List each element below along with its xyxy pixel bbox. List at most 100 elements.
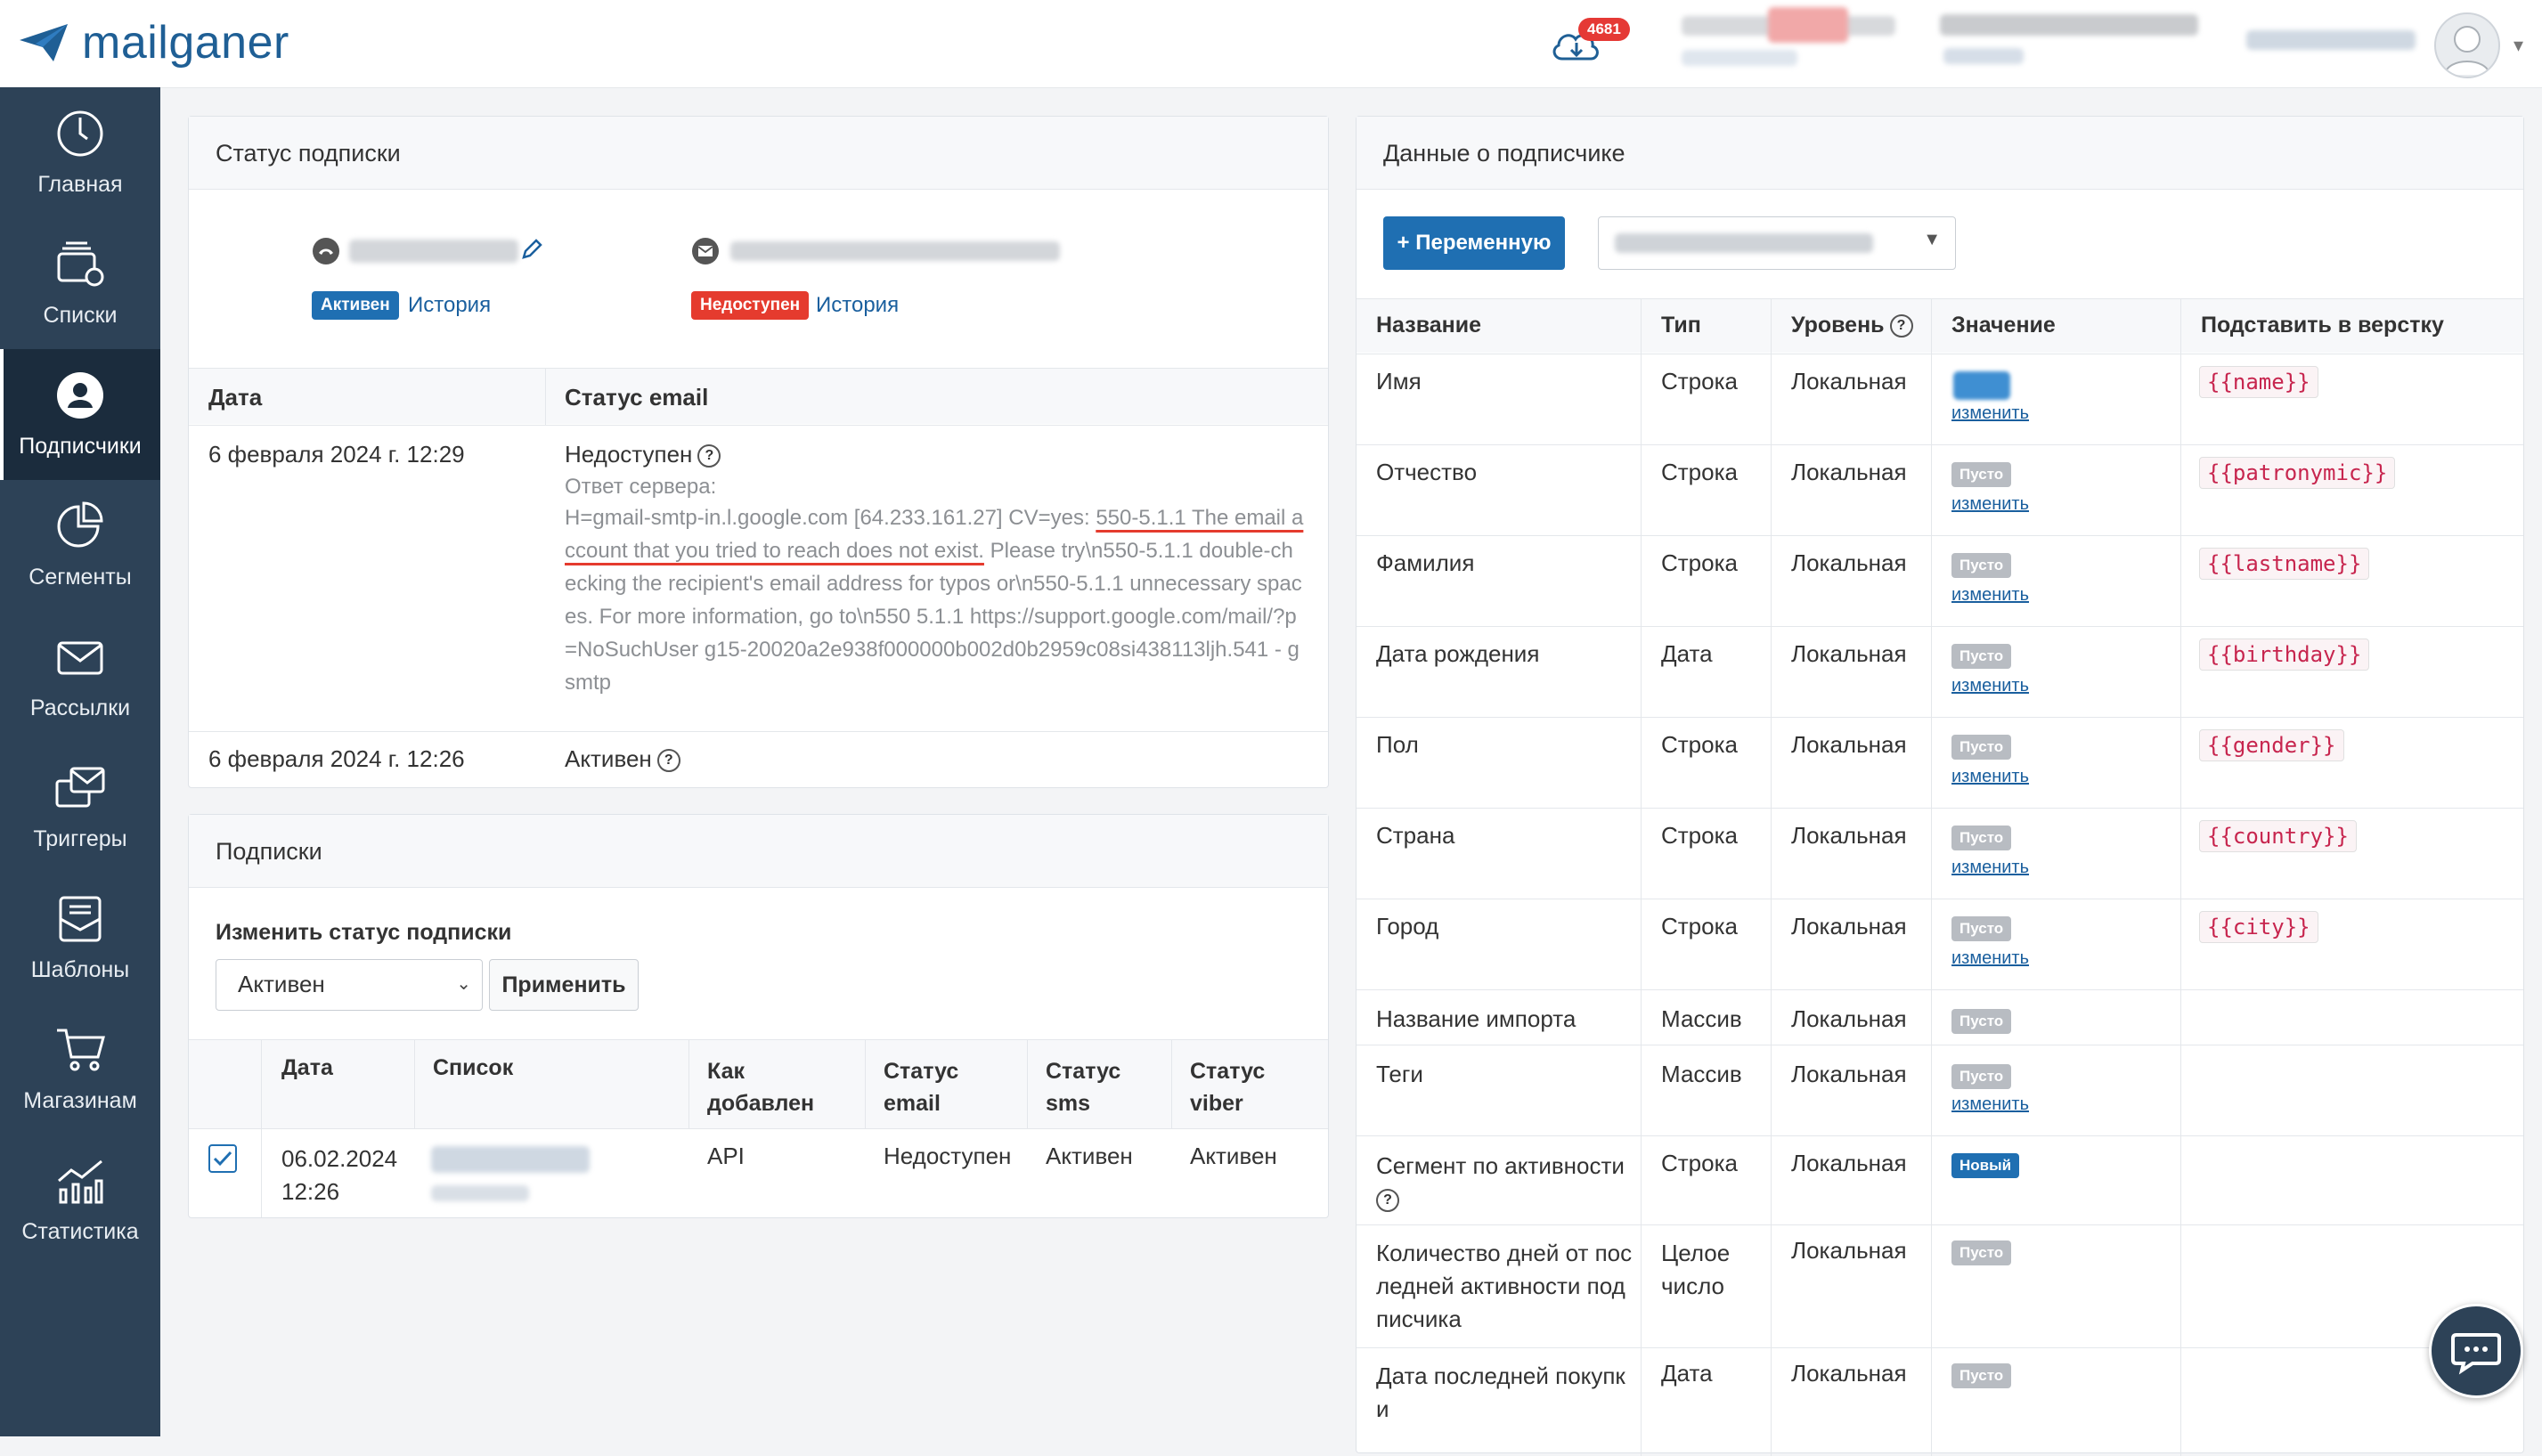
- edit-link[interactable]: изменить: [1951, 494, 2029, 515]
- variable-name: Фамилия: [1376, 549, 1475, 576]
- subscription-status-select[interactable]: Активен ⌄: [216, 959, 483, 1011]
- variable-level: Локальная: [1791, 549, 1907, 576]
- chevron-down-icon: ⌄: [456, 974, 471, 994]
- subscription-how-added: API: [707, 1143, 745, 1169]
- template-code[interactable]: {{patronymic}}: [2199, 457, 2396, 489]
- variable-name: Количество дней от пос ледней активности …: [1376, 1240, 1633, 1332]
- variable-level: Локальная: [1791, 1360, 1907, 1387]
- sidebar-item-campaigns[interactable]: Рассылки: [0, 611, 160, 742]
- variable-filter-select[interactable]: ▼: [1598, 216, 1956, 270]
- empty-value-badge: Пусто: [1951, 553, 2012, 578]
- status-row-date: 6 февраля 2024 г. 12:26: [208, 745, 465, 772]
- check-icon: [213, 1151, 232, 1167]
- variable-type: Строка: [1661, 913, 1739, 939]
- empty-value-badge: Пусто: [1951, 1240, 2012, 1265]
- empty-value-badge: Пусто: [1951, 916, 2012, 941]
- sidebar-item-label: Шаблоны: [30, 957, 130, 982]
- variable-level: Локальная: [1791, 1005, 1907, 1032]
- user-avatar[interactable]: [2434, 12, 2500, 78]
- edit-link[interactable]: изменить: [1951, 948, 2029, 969]
- variable-type: Строка: [1661, 731, 1739, 758]
- variable-name: Дата последней покупк и: [1376, 1362, 1625, 1422]
- sidebar-item-home[interactable]: Главная: [0, 87, 160, 218]
- subscription-sms-status: Активен: [1046, 1143, 1133, 1169]
- edit-link[interactable]: изменить: [1951, 403, 2029, 424]
- subscriber-data-panel: Данные о подписчике + Переменную ▼ Назва…: [1356, 116, 2524, 1456]
- variable-type: Массив: [1661, 1005, 1742, 1032]
- edit-link[interactable]: изменить: [1951, 767, 2029, 787]
- variable-type: Строка: [1661, 459, 1739, 485]
- panel-title: Данные о подписчике: [1357, 117, 2523, 190]
- sidebar-item-lists[interactable]: Списки: [0, 218, 160, 349]
- phone-history-link[interactable]: История: [408, 293, 491, 318]
- variable-name: Сегмент по активности?: [1376, 1150, 1625, 1216]
- sidebar-item-segments[interactable]: Сегменты: [0, 480, 160, 611]
- sidebar-item-triggers[interactable]: Триггеры: [0, 742, 160, 873]
- sidebar-item-statistics[interactable]: Статистика: [0, 1135, 160, 1265]
- template-code[interactable]: {{country}}: [2199, 820, 2357, 852]
- template-code[interactable]: {{name}}: [2199, 366, 2318, 398]
- help-icon[interactable]: ?: [1889, 314, 1913, 338]
- sidebar-item-label: Рассылки: [29, 695, 131, 720]
- empty-value-badge: Пусто: [1951, 644, 2012, 669]
- add-variable-button[interactable]: + Переменную: [1383, 216, 1565, 270]
- subscription-viber-status: Активен: [1190, 1143, 1277, 1169]
- status-row-status: Недоступен?: [565, 441, 721, 468]
- sidebar-item-label: Списки: [43, 303, 118, 328]
- subscriptions-panel: Подписки Изменить статус подписки Активе…: [188, 814, 1329, 1218]
- top-bar: mailganer 4681 ▾: [0, 0, 2542, 88]
- segments-pie-icon: [57, 501, 103, 548]
- variable-name: Название импорта: [1376, 1005, 1577, 1032]
- help-icon[interactable]: ?: [697, 444, 721, 468]
- variable-level: Локальная: [1791, 1150, 1907, 1176]
- redacted-balance-highlight: [1768, 7, 1848, 43]
- sidebar-item-label: Триггеры: [33, 826, 127, 851]
- variable-type: Целое число: [1661, 1240, 1731, 1299]
- help-icon[interactable]: ?: [1376, 1189, 1399, 1213]
- email-status-badge: Недоступен: [691, 291, 810, 320]
- support-chat-button[interactable]: [2429, 1304, 2523, 1398]
- variable-level: Локальная: [1791, 1237, 1907, 1264]
- server-response-label: Ответ сервера:: [565, 475, 717, 499]
- help-icon[interactable]: ?: [656, 749, 680, 773]
- redacted-balance-sub: [1682, 50, 1797, 66]
- redacted-plan-sub: [1943, 48, 2024, 64]
- column-header-how-added: Как добавлен: [707, 1059, 815, 1116]
- edit-pencil-icon[interactable]: [520, 238, 543, 261]
- redacted-name-value: [1953, 371, 2010, 400]
- empty-value-badge: Пусто: [1951, 735, 2012, 760]
- email-history-link[interactable]: История: [816, 293, 899, 318]
- template-code[interactable]: {{birthday}}: [2199, 639, 2370, 671]
- edit-link[interactable]: изменить: [1951, 1094, 2029, 1115]
- lists-icon: [57, 241, 104, 287]
- user-menu-chevron-icon[interactable]: ▾: [2513, 34, 2523, 57]
- template-code[interactable]: {{city}}: [2199, 911, 2318, 943]
- column-header-level: Уровень?: [1791, 313, 1913, 338]
- column-header-status-email: Статус email: [884, 1059, 959, 1116]
- variable-type: Строка: [1661, 368, 1739, 395]
- subscription-status-panel: Статус подписки Активен История Недоступ…: [188, 116, 1329, 788]
- envelope-icon: [57, 641, 103, 675]
- subscriber-icon: [57, 372, 103, 419]
- sidebar-item-label: Главная: [37, 172, 123, 197]
- redacted-list-name: [431, 1146, 590, 1173]
- variable-type: Строка: [1661, 549, 1739, 576]
- edit-link[interactable]: изменить: [1951, 676, 2029, 696]
- sidebar-item-subscribers[interactable]: Подписчики: [0, 349, 160, 480]
- sidebar-item-shops[interactable]: Магазинам: [0, 1004, 160, 1135]
- sidebar: Главная Списки Подписчики Сегменты Рассы…: [0, 87, 160, 1436]
- template-code[interactable]: {{lastname}}: [2199, 548, 2370, 580]
- column-header-status-sms: Статус sms: [1046, 1059, 1121, 1116]
- apply-button[interactable]: Применить: [489, 959, 639, 1011]
- chat-bubble-icon: [2451, 1333, 2501, 1375]
- edit-link[interactable]: изменить: [1951, 858, 2029, 878]
- logo[interactable]: mailganer: [18, 11, 289, 75]
- variable-type: Массив: [1661, 1061, 1742, 1087]
- status-row-status: Активен?: [565, 745, 680, 773]
- redacted-username: [2246, 30, 2416, 50]
- edit-link[interactable]: изменить: [1951, 585, 2029, 606]
- template-code[interactable]: {{gender}}: [2199, 729, 2344, 761]
- subscription-checkbox[interactable]: [208, 1144, 237, 1173]
- sidebar-item-templates[interactable]: Шаблоны: [0, 873, 160, 1004]
- column-header-date: Дата: [281, 1055, 333, 1080]
